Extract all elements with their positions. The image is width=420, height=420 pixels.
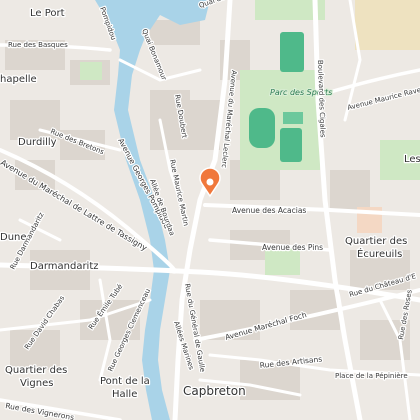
label-av-acacias: Avenue des Acacias — [232, 206, 306, 215]
label-pont-halle-2: Halle — [112, 389, 137, 400]
label-durdilly: Durdilly — [18, 137, 57, 148]
label-place-pepiniere: Place de la Pépinière — [335, 372, 408, 380]
pin-icon — [206, 178, 214, 186]
school-area — [355, 0, 420, 50]
label-les: Les — [404, 154, 420, 165]
label-capbreton: Capbreton — [183, 384, 246, 398]
map-canvas[interactable]: Le Port Pompidou Quai de Quai Bonamour R… — [0, 0, 420, 420]
label-av-pins: Avenue des Pins — [262, 243, 323, 252]
label-quartier-vignes-1: Quartier des — [5, 365, 67, 376]
label-quartier-vignes-2: Vignes — [20, 378, 53, 389]
map-view[interactable]: Le Port Pompidou Quai de Quai Bonamour R… — [0, 0, 420, 420]
label-chapelle: hapelle — [0, 74, 37, 85]
label-darmandaritz: Darmandaritz — [30, 261, 99, 272]
label-pont-halle-1: Pont de la — [100, 376, 150, 387]
label-rue-basques: Rue des Basques — [8, 41, 68, 49]
label-le-port: Le Port — [30, 8, 65, 19]
label-quartier-ecureuils-2: Écureuils — [357, 247, 402, 260]
label-quartier-ecureuils-1: Quartier des — [345, 236, 407, 247]
